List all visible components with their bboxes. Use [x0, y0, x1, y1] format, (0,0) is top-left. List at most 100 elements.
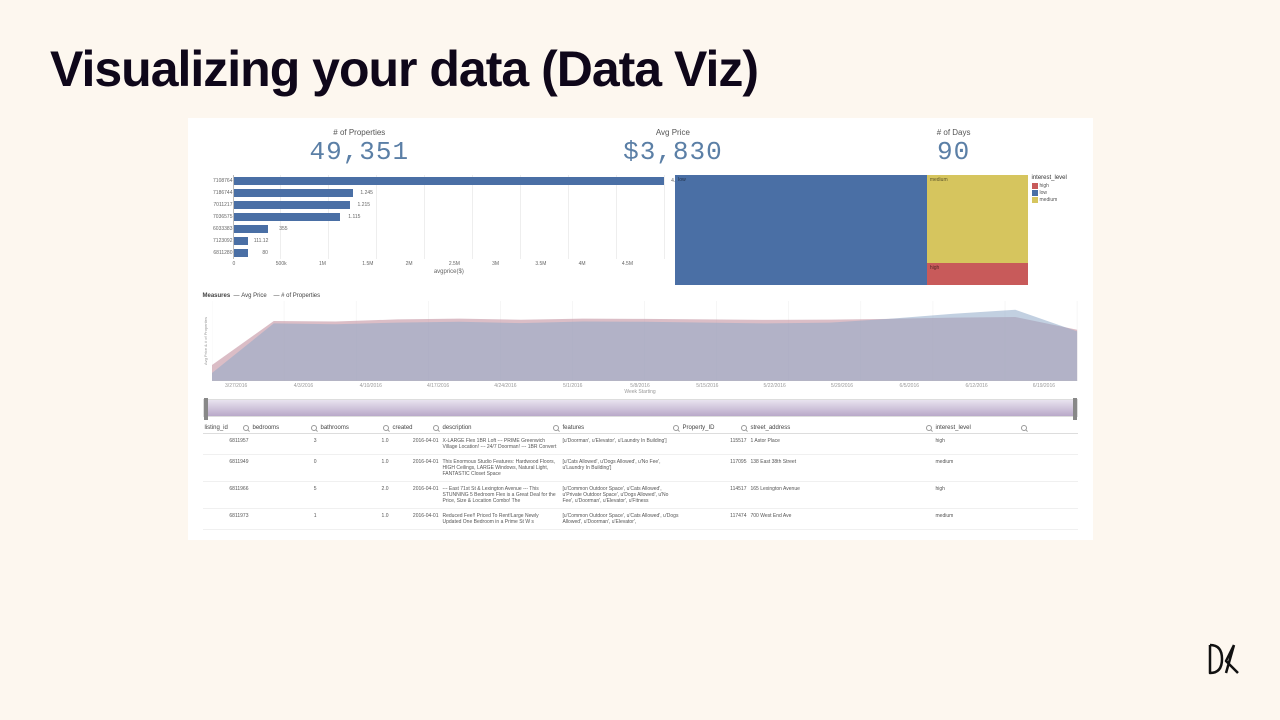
area-x-tick: 6/19/2016: [1010, 383, 1077, 389]
bar-row[interactable]: 1.215: [234, 199, 666, 211]
bar[interactable]: 1.115: [234, 213, 341, 221]
cell-bathrooms: 2.0: [319, 486, 391, 504]
cell-bedrooms: 0: [251, 459, 319, 477]
area-x-tick: 4/24/2016: [472, 383, 539, 389]
bar[interactable]: 111.12: [234, 237, 249, 245]
column-header-created[interactable]: created: [391, 425, 441, 431]
cell-bedrooms: 3: [251, 438, 319, 450]
column-header-interest_level[interactable]: interest_level: [934, 425, 1029, 431]
bar-x-tick: 3M: [492, 261, 535, 267]
bar-plot: 4.49K 1.245 1.215 1.115 355 111.12 80: [233, 175, 666, 259]
cell-features: [u'Cats Allowed', u'Dogs Allowed', u'No …: [561, 459, 681, 477]
table-row[interactable]: 681194901.02016-04-01This Enormous Studi…: [203, 455, 1078, 482]
bar-row[interactable]: 1.245: [234, 187, 666, 199]
kpi-avg-price: Avg Price $3,830: [623, 128, 723, 167]
cell-listing_id: 6811957: [203, 438, 251, 450]
search-icon[interactable]: [741, 425, 747, 431]
bar-category-label: 7011217: [203, 199, 233, 211]
cell-Property_ID: 117474: [681, 513, 749, 525]
area-svg: [212, 301, 1077, 381]
bar[interactable]: 4.49K: [234, 177, 665, 185]
column-header-features[interactable]: features: [561, 425, 681, 431]
cell-listing_id: 6811949: [203, 459, 251, 477]
cell-description: X-LARGE Flex 1BR Loft --- PRIME Greenwic…: [441, 438, 561, 450]
search-icon[interactable]: [1021, 425, 1027, 431]
bar[interactable]: 355: [234, 225, 268, 233]
bar-row[interactable]: 1.115: [234, 211, 666, 223]
time-brush[interactable]: [203, 399, 1078, 417]
cell-Property_ID: 117095: [681, 459, 749, 477]
search-icon[interactable]: [926, 425, 932, 431]
kpi-value: 49,351: [309, 137, 409, 167]
column-header-street_address[interactable]: street_address: [749, 425, 934, 431]
search-icon[interactable]: [383, 425, 389, 431]
treemap-tile-high[interactable]: high: [927, 263, 1028, 285]
treemap-tile-medium[interactable]: medium: [927, 175, 1028, 263]
bar-x-tick: 500k: [276, 261, 319, 267]
bar-value-label: 1.115: [348, 214, 360, 220]
search-icon[interactable]: [673, 425, 679, 431]
bar-category-label: 7036575: [203, 211, 233, 223]
cell-created: 2016-04-01: [391, 513, 441, 525]
table-row[interactable]: 681195731.02016-04-01X-LARGE Flex 1BR Lo…: [203, 434, 1078, 455]
search-icon[interactable]: [311, 425, 317, 431]
treemap-interest[interactable]: low medium high interest_level high low …: [675, 175, 1077, 285]
bar-value-label: 1.245: [360, 190, 373, 196]
area-x-tick: 5/22/2016: [741, 383, 808, 389]
bar-category-label: 7186744: [203, 187, 233, 199]
table-row[interactable]: 681197311.02016-04-01Reduced Fee!! Price…: [203, 509, 1078, 530]
search-icon[interactable]: [433, 425, 439, 431]
bar-row[interactable]: 4.49K: [234, 175, 666, 187]
search-icon[interactable]: [553, 425, 559, 431]
cell-created: 2016-04-01: [391, 486, 441, 504]
bar-x-tick: 1.5M: [362, 261, 405, 267]
bar-x-tick: 4M: [579, 261, 622, 267]
area-x-tick: 3/27/2016: [203, 383, 270, 389]
bar-x-axis: 0500k1M1.5M2M2.5M3M3.5M4M4.5M: [233, 261, 666, 267]
bar-x-tick: 1M: [319, 261, 362, 267]
kpi-value: $3,830: [623, 137, 723, 167]
bar-x-tick: 2.5M: [449, 261, 492, 267]
column-header-description[interactable]: description: [441, 425, 561, 431]
search-icon[interactable]: [243, 425, 249, 431]
dashboard: # of Properties 49,351 Avg Price $3,830 …: [188, 118, 1093, 540]
cell-street_address: 1 Astor Place: [749, 438, 934, 450]
bar-row[interactable]: 111.12: [234, 235, 666, 247]
legend-item-low: low: [1032, 190, 1078, 196]
treemap-legend: interest_level high low medium: [1028, 175, 1078, 285]
bar-category-label: 7123092: [203, 235, 233, 247]
cell-street_address: 165 Lexington Avenue: [749, 486, 934, 504]
legend-item-high: high: [1032, 183, 1078, 189]
cell-features: [u'Doorman', u'Elevator', u'Laundry In B…: [561, 438, 681, 450]
bar[interactable]: 1.245: [234, 189, 353, 197]
cell-Property_ID: 115517: [681, 438, 749, 450]
page-title: Visualizing your data (Data Viz): [0, 0, 1280, 118]
kpi-value: 90: [937, 137, 971, 167]
treemap-tile-low[interactable]: low: [675, 175, 927, 285]
bar-value-label: 1.215: [358, 202, 371, 208]
cell-features: [u'Common Outdoor Space', u'Cats Allowed…: [561, 513, 681, 525]
column-header-bathrooms[interactable]: bathrooms: [319, 425, 391, 431]
bar-x-label: avgprice($): [233, 269, 666, 275]
cell-interest_level: high: [934, 486, 1029, 504]
cell-created: 2016-04-01: [391, 459, 441, 477]
area-y-label: Avg Price & # of Properties: [203, 301, 213, 381]
bar-row[interactable]: 355: [234, 223, 666, 235]
bar-row[interactable]: 80: [234, 247, 666, 259]
column-header-listing_id[interactable]: listing_id: [203, 425, 251, 431]
area-x-tick: 6/12/2016: [943, 383, 1010, 389]
cell-bathrooms: 1.0: [319, 513, 391, 525]
bar-chart-avgprice[interactable]: 7108764718674470112177036575603338371230…: [203, 175, 666, 285]
bar-x-tick: 4.5M: [622, 261, 665, 267]
table-body: 681195731.02016-04-01X-LARGE Flex 1BR Lo…: [203, 434, 1078, 530]
column-header-bedrooms[interactable]: bedrooms: [251, 425, 319, 431]
cell-interest_level: high: [934, 438, 1029, 450]
area-chart-measures[interactable]: Measures — Avg Price — # of Properties A…: [203, 293, 1078, 395]
table-row[interactable]: 681196652.02016-04-01--- East 71st St & …: [203, 482, 1078, 509]
bar[interactable]: 1.215: [234, 201, 351, 209]
bar[interactable]: 80: [234, 249, 248, 257]
column-header-Property_ID[interactable]: Property_ID: [681, 425, 749, 431]
cell-description: Reduced Fee!! Priced To Rent!Large Newly…: [441, 513, 561, 525]
area-x-tick: 4/10/2016: [337, 383, 404, 389]
bar-x-tick: 2M: [406, 261, 449, 267]
